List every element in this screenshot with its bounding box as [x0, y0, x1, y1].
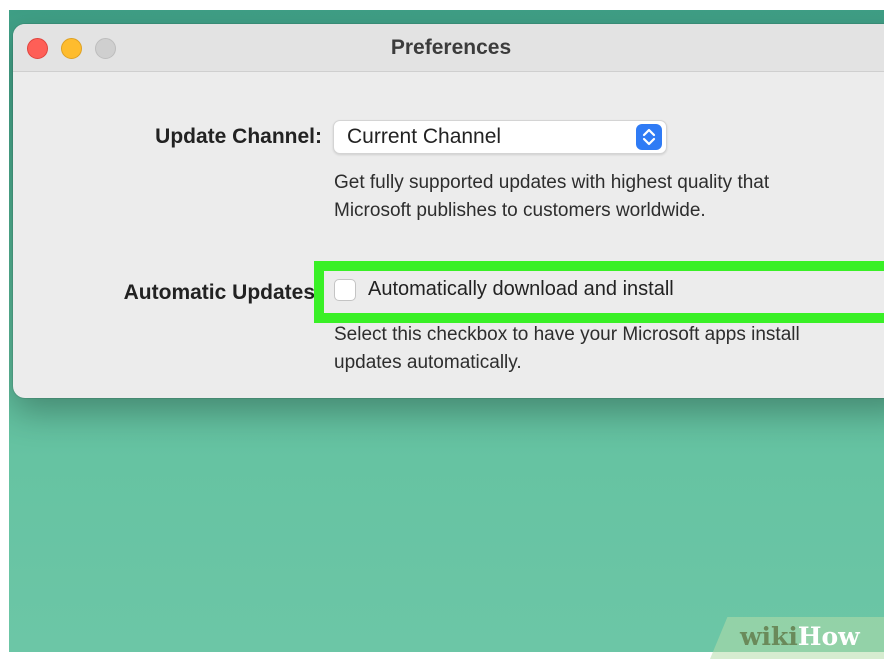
automatic-updates-description: Select this checkbox to have your Micros… [334, 321, 800, 377]
chevron-up-down-icon [636, 124, 662, 150]
update-channel-description-line2: Microsoft publishes to customers worldwi… [334, 200, 706, 221]
title-bar: Preferences [13, 24, 884, 72]
update-channel-description: Get fully supported updates with highest… [334, 169, 769, 225]
update-channel-value: Current Channel [347, 125, 502, 148]
update-channel-popup[interactable]: Current Channel [333, 120, 667, 154]
watermark-how: How [797, 622, 860, 651]
update-channel-label: Update Channel: [155, 125, 322, 148]
desktop-background: Preferences Update Channel: Current Chan… [9, 10, 884, 652]
watermark-wiki: wiki [740, 622, 798, 651]
preferences-window: Preferences Update Channel: Current Chan… [13, 24, 884, 398]
window-title: Preferences [390, 36, 512, 59]
automatic-updates-description-line1: Select this checkbox to have your Micros… [334, 324, 800, 345]
auto-update-checkbox-label[interactable]: Automatically download and install [368, 278, 674, 301]
update-channel-description-line1: Get fully supported updates with highest… [334, 172, 770, 193]
wikihow-watermark: wikiHow [740, 622, 860, 651]
automatic-updates-description-line2: updates automatically. [334, 352, 522, 373]
automatic-updates-label: Automatic Updates: [123, 281, 322, 304]
auto-update-checkbox[interactable] [334, 279, 356, 301]
